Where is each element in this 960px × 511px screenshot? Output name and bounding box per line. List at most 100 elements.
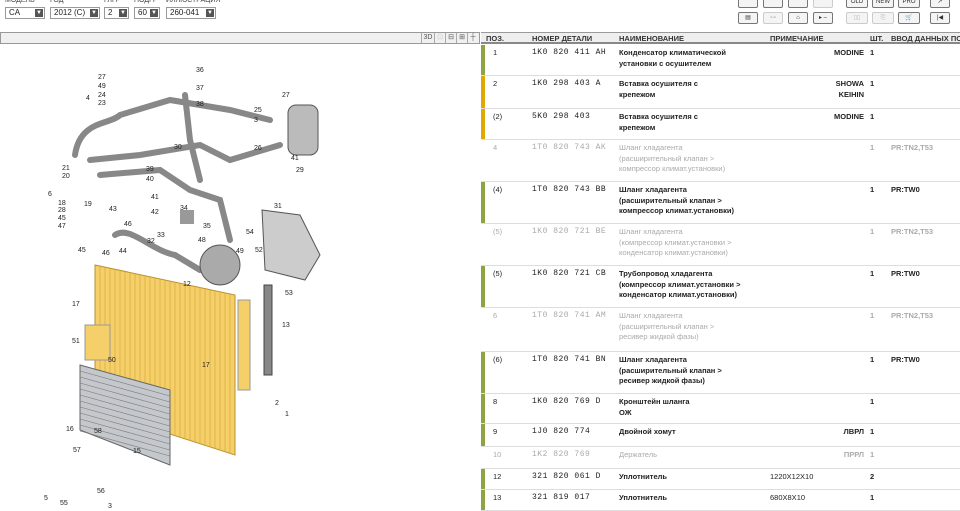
download-button[interactable] <box>788 0 808 8</box>
callout-label[interactable]: 4 <box>86 95 90 102</box>
split-icon[interactable]: ⊡ <box>434 33 445 43</box>
chevron-down-icon[interactable]: ▼ <box>119 9 127 17</box>
table-row[interactable]: 6 1T0 820 741 AM Шланг хладагента (расши… <box>481 308 960 352</box>
callout-label[interactable]: 45 <box>58 215 66 222</box>
callout-label[interactable]: 53 <box>285 290 293 297</box>
first-page-button[interactable]: |◀ <box>930 12 950 24</box>
table-row[interactable]: 2 1K0 298 403 A Вставка осушителя с креп… <box>481 76 960 109</box>
callout-label[interactable]: 49 <box>98 83 106 90</box>
pro-button[interactable]: PRO <box>898 0 920 8</box>
copy-button[interactable]: ⎘ <box>872 12 894 24</box>
selector-dropdown[interactable]: 2012 (C) ▼ <box>50 7 100 19</box>
selector-dropdown[interactable]: 60 ▼ <box>134 7 160 19</box>
callout-label[interactable]: 26 <box>254 145 262 152</box>
parts-diagram[interactable]: 3637382749242342532726412930212039406182… <box>0 45 480 511</box>
callout-label[interactable]: 50 <box>108 357 116 364</box>
arrow-button[interactable]: ↗ <box>930 0 950 8</box>
selector-dropdown[interactable]: 260-041 ▼ <box>166 7 216 19</box>
table-row[interactable]: 9 1J0 820 774 Двойной хомут ЛВРЛ 1 <box>481 424 960 447</box>
callout-label[interactable]: 2 <box>275 400 279 407</box>
callout-label[interactable]: 56 <box>97 488 105 495</box>
row-part-number[interactable]: 1T0 820 741 AM <box>532 311 606 322</box>
callout-label[interactable]: 21 <box>62 165 70 172</box>
old-button[interactable]: OLD <box>846 0 868 8</box>
row-part-number[interactable]: 321 820 061 D <box>532 472 601 483</box>
header-pos[interactable]: ПОЗ. <box>486 34 504 43</box>
callout-label[interactable]: 19 <box>84 201 92 208</box>
callout-label[interactable]: 17 <box>202 362 210 369</box>
header-part[interactable]: НОМЕР ДЕТАЛИ <box>532 34 592 43</box>
callout-label[interactable]: 1 <box>285 411 289 418</box>
row-part-number[interactable]: 1J0 820 774 <box>532 427 590 438</box>
callout-label[interactable]: 46 <box>124 221 132 228</box>
chevron-down-icon[interactable]: ▼ <box>90 9 98 17</box>
callout-label[interactable]: 52 <box>255 247 263 254</box>
callout-label[interactable]: 24 <box>98 92 106 99</box>
callout-label[interactable]: 34 <box>180 205 188 212</box>
table-row[interactable]: (2) 5K0 298 403 Вставка осушителя с креп… <box>481 109 960 140</box>
chevron-down-icon[interactable]: ▼ <box>150 9 158 17</box>
table-row[interactable]: 10 1K2 820 769 Держатель ПРРЛ 1 <box>481 447 960 469</box>
callout-label[interactable]: 39 <box>146 166 154 173</box>
callout-label[interactable]: 49 <box>236 248 244 255</box>
header-note[interactable]: ПРИМЕЧАНИЕ <box>770 34 824 43</box>
callout-label[interactable]: 30 <box>174 144 182 151</box>
callout-label[interactable]: 3 <box>108 503 112 510</box>
new-button[interactable]: NEW <box>872 0 894 8</box>
callout-label[interactable]: 27 <box>98 74 106 81</box>
callout-label[interactable]: 32 <box>147 238 155 245</box>
callout-label[interactable]: 47 <box>58 223 66 230</box>
table-row[interactable]: 4 1T0 820 743 AK Шланг хладагента (расши… <box>481 140 960 182</box>
callout-label[interactable]: 42 <box>151 209 159 216</box>
callout-label[interactable]: 33 <box>157 232 165 239</box>
callout-label[interactable]: 38 <box>196 101 204 108</box>
table-row[interactable]: 12 321 820 061 D Уплотнитель 1220X12X10 … <box>481 469 960 490</box>
callout-label[interactable]: 44 <box>119 248 127 255</box>
row-part-number[interactable]: 5K0 298 403 <box>532 112 590 123</box>
row-part-number[interactable]: 1K0 820 721 CB <box>532 269 606 280</box>
callout-label[interactable]: 55 <box>60 500 68 507</box>
table-row[interactable]: (6) 1T0 820 741 BN Шланг хладагента (рас… <box>481 352 960 394</box>
chevron-down-icon[interactable]: ▼ <box>206 9 214 17</box>
table-row[interactable]: 13 321 819 017 Уплотнитель 680X8X10 1 <box>481 490 960 511</box>
callout-label[interactable]: 29 <box>296 167 304 174</box>
callout-label[interactable]: 13 <box>282 322 290 329</box>
callout-label[interactable]: 20 <box>62 173 70 180</box>
callout-label[interactable]: 15 <box>133 448 141 455</box>
table-row[interactable]: (4) 1T0 820 743 BB Шланг хладагента (рас… <box>481 182 960 224</box>
header-name[interactable]: НАИМЕНОВАНИЕ <box>619 34 684 43</box>
callout-label[interactable]: 43 <box>109 206 117 213</box>
compare-parts-button[interactable]: ▯▯ <box>846 12 868 24</box>
key-button[interactable]: ⊶ <box>763 12 783 24</box>
callout-label[interactable]: 41 <box>291 155 299 162</box>
callout-label[interactable]: 41 <box>151 194 159 201</box>
callout-label[interactable]: 40 <box>146 176 154 183</box>
row-part-number[interactable]: 321 819 017 <box>532 493 590 504</box>
callout-label[interactable]: 25 <box>254 107 262 114</box>
callout-label[interactable]: 18 <box>58 200 66 207</box>
car-button[interactable]: ⌂ <box>788 12 808 24</box>
print-button[interactable] <box>738 0 758 8</box>
row-part-number[interactable]: 1T0 820 743 AK <box>532 143 606 154</box>
callout-label[interactable]: 16 <box>66 426 74 433</box>
callout-label[interactable]: 54 <box>246 229 254 236</box>
compare-button[interactable] <box>763 0 783 8</box>
table-row[interactable]: (5) 1K0 820 721 BE Шланг хладагента (ком… <box>481 224 960 266</box>
table-row[interactable]: 8 1K0 820 769 D Кронштейн шланга ОЖ 1 <box>481 394 960 424</box>
callout-label[interactable]: 37 <box>196 85 204 92</box>
callout-label[interactable]: 35 <box>203 223 211 230</box>
header-qty[interactable]: ШТ. <box>870 34 883 43</box>
callout-label[interactable]: 28 <box>58 207 66 214</box>
layout-icon[interactable]: ⊟ <box>445 33 456 43</box>
table-row[interactable]: 1 1K0 820 411 AH Конденсатор климатическ… <box>481 45 960 76</box>
row-part-number[interactable]: 1K0 820 769 D <box>532 397 601 408</box>
selector-dropdown[interactable]: CA ▼ <box>5 7 45 19</box>
3d-button[interactable]: 3D <box>421 33 434 43</box>
row-part-number[interactable]: 1K2 820 769 <box>532 450 590 461</box>
callout-label[interactable]: 57 <box>73 447 81 454</box>
callout-label[interactable]: 5 <box>44 495 48 502</box>
play-dash-button[interactable]: ▸ – <box>813 12 833 24</box>
row-part-number[interactable]: 1T0 820 743 BB <box>532 185 606 196</box>
chevron-down-icon[interactable]: ▼ <box>35 9 43 17</box>
callout-label[interactable]: 23 <box>98 100 106 107</box>
